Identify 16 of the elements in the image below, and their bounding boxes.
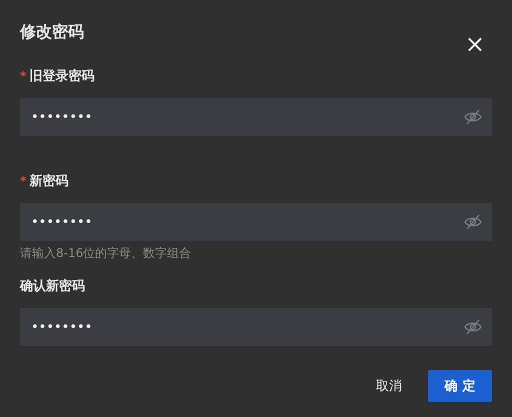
dialog-title: 修改密码 [20, 21, 84, 43]
hint-text: 请输入8-16位的字母、数字组合 [20, 245, 192, 262]
field-label: 确认新密码 [20, 278, 85, 295]
field-label: 新密码 [29, 172, 68, 190]
required-mark: * [20, 69, 26, 83]
required-mark: * [20, 174, 26, 188]
eye-slash-icon[interactable] [464, 109, 482, 125]
confirm-button[interactable]: 确 定 [428, 370, 492, 402]
close-button[interactable]: × [464, 34, 485, 54]
password-field[interactable]: •••••••• [20, 308, 492, 346]
cancel-button[interactable]: 取消 [364, 370, 414, 402]
eye-slash-icon[interactable] [464, 214, 482, 230]
password-field[interactable]: •••••••• [20, 203, 492, 241]
password-field[interactable]: •••••••• [20, 98, 492, 136]
field-label: 旧登录密码 [29, 68, 94, 85]
eye-slash-icon[interactable] [464, 319, 482, 335]
